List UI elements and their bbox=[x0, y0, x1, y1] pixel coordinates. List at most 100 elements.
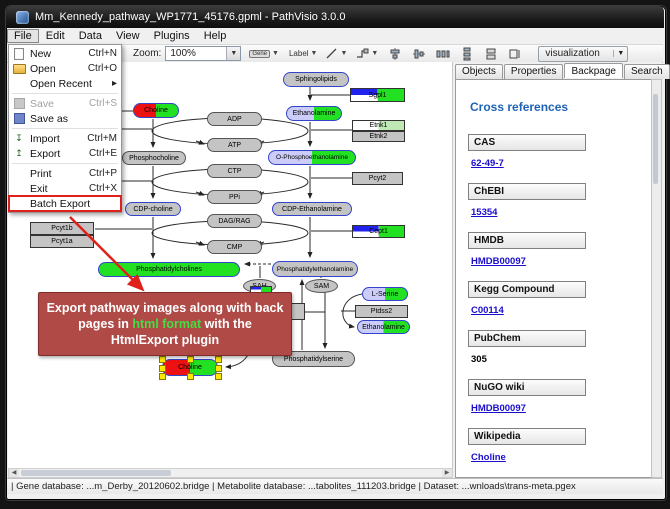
pathway-node-pcyt2[interactable]: Pcyt2 bbox=[352, 172, 403, 185]
pathway-node-ethanolamine[interactable]: Ethanolamine bbox=[286, 106, 342, 121]
selection-handle[interactable] bbox=[187, 356, 194, 363]
selection-handle[interactable] bbox=[215, 373, 222, 380]
file-menu-item-export[interactable]: ↥ExportCtrl+E bbox=[9, 146, 121, 161]
status-text: | Gene database: ...m_Derby_20120602.bri… bbox=[11, 481, 576, 492]
connector-tool-button[interactable]: ▼ bbox=[355, 47, 378, 60]
menubar-item-edit[interactable]: Edit bbox=[39, 29, 72, 43]
pathway-node-phosphocholine[interactable]: Phosphocholine bbox=[122, 151, 186, 165]
backpage-link[interactable]: HMDB00097 bbox=[471, 256, 526, 267]
backpage-heading: Cross references bbox=[470, 100, 640, 114]
file-menu-item-print[interactable]: PrintCtrl+P bbox=[9, 166, 121, 181]
backpage-link[interactable]: 62-49-7 bbox=[471, 158, 504, 169]
screenshot-root: Mm_Kennedy_pathway_WP1771_45176.gpml - P… bbox=[0, 0, 670, 509]
zoom-combobox[interactable]: 100% ▼ bbox=[165, 46, 241, 61]
file-menu-item-open[interactable]: OpenCtrl+O bbox=[9, 61, 121, 76]
stack-button[interactable] bbox=[484, 47, 498, 61]
pathway-node-pcyt1b[interactable]: Pcyt1b bbox=[30, 222, 94, 235]
file-menu-item-exit[interactable]: ExitCtrl+X bbox=[9, 181, 121, 196]
tab-backpage[interactable]: Backpage bbox=[564, 63, 622, 78]
pathway-node-cmp[interactable]: CMP bbox=[207, 240, 262, 254]
annotation-line3: HtmlExport plugin bbox=[111, 332, 219, 348]
tab-search[interactable]: Search bbox=[624, 64, 670, 79]
file-menu-item-open-recent[interactable]: Open Recent▸ bbox=[9, 76, 121, 91]
chevron-down-icon[interactable]: ▼ bbox=[226, 47, 240, 60]
pathway-node-cdp-choline[interactable]: CDP-choline bbox=[125, 202, 181, 216]
backpage-link[interactable]: C00114 bbox=[471, 305, 504, 316]
pathway-node-ptdss2[interactable]: Ptdss2 bbox=[355, 305, 408, 318]
chevron-down-icon[interactable]: ▼ bbox=[613, 50, 627, 57]
file-menu-item-save-as[interactable]: Save as bbox=[9, 111, 121, 126]
menubar-item-view[interactable]: View bbox=[109, 29, 147, 43]
menubar-item-data[interactable]: Data bbox=[72, 29, 109, 43]
distribute-vertical-button[interactable] bbox=[460, 47, 474, 61]
chevron-down-icon[interactable]: ▼ bbox=[311, 50, 318, 57]
save-icon-disabled bbox=[12, 98, 26, 109]
file-menu-item-import[interactable]: ↧ImportCtrl+M bbox=[9, 131, 121, 146]
pathway-node-phosphatidylcholines[interactable]: Phosphatidylcholines bbox=[98, 262, 240, 277]
scrollbar-thumb[interactable] bbox=[653, 94, 658, 184]
pathway-node-cept1[interactable]: Cept1 bbox=[352, 225, 405, 238]
pathway-node-etnk1[interactable]: Etnk1 bbox=[352, 120, 405, 131]
chevron-down-icon[interactable]: ▼ bbox=[272, 50, 279, 57]
pathway-node-sgpl1[interactable]: Sgpl1 bbox=[350, 88, 405, 102]
selection-handle[interactable] bbox=[159, 356, 166, 363]
pathway-node-sam[interactable]: SAM bbox=[305, 279, 338, 293]
pathway-node-sphingolipids[interactable]: Sphingolipids bbox=[283, 72, 349, 87]
file-menu-item-shortcut: ▸ bbox=[112, 78, 117, 89]
pathway-node-phosphatidylethanolamine[interactable]: Phosphatidylethanolamine bbox=[272, 261, 358, 277]
visualization-combobox[interactable]: visualization ▼ bbox=[538, 46, 628, 62]
file-menu-item-label: Save as bbox=[30, 113, 117, 125]
canvas-horizontal-scrollbar[interactable]: ◀ ▶ bbox=[8, 468, 453, 478]
selection-handle[interactable] bbox=[215, 356, 222, 363]
selection-handle[interactable] bbox=[159, 373, 166, 380]
pathway-node-adp[interactable]: ADP bbox=[207, 112, 262, 126]
backpage-link[interactable]: 15354 bbox=[471, 207, 497, 218]
pathway-node-ctp[interactable]: CTP bbox=[207, 164, 262, 178]
pathway-node-etnk2[interactable]: Etnk2 bbox=[352, 131, 405, 142]
annotation-line1: Export pathway images along with back bbox=[47, 300, 284, 316]
chevron-down-icon[interactable]: ▼ bbox=[371, 50, 378, 57]
file-menu-item-batch-export[interactable]: Batch Export bbox=[9, 196, 121, 211]
file-menu-item-label: Open bbox=[30, 63, 88, 75]
pathway-node-cdp-ethanolamine[interactable]: CDP-Ethanolamine bbox=[272, 202, 352, 216]
scroll-right-icon[interactable]: ▶ bbox=[442, 469, 452, 477]
selection-handle[interactable] bbox=[159, 365, 166, 372]
pathway-node-l-serine[interactable]: L-Serine bbox=[362, 287, 408, 301]
pathway-node-o-phosphoethanolamine[interactable]: O-Phosphoethanolamine bbox=[268, 150, 356, 165]
line-tool-button[interactable]: ▼ bbox=[325, 47, 347, 60]
backpage-section-title: Kegg Compound bbox=[468, 281, 586, 298]
align-center-x-button[interactable] bbox=[388, 47, 402, 61]
file-menu-item-new[interactable]: NewCtrl+N bbox=[9, 46, 121, 61]
backpage-link[interactable]: HMDB00097 bbox=[471, 403, 526, 414]
backpage-link[interactable]: Choline bbox=[471, 452, 506, 463]
align-center-y-button[interactable] bbox=[412, 47, 426, 61]
set-size-button[interactable] bbox=[508, 47, 522, 61]
pathway-node-pcyt1a[interactable]: Pcyt1a bbox=[30, 235, 94, 248]
pathway-node-ppi[interactable]: PPi bbox=[207, 190, 262, 204]
zoom-label: Zoom: bbox=[133, 48, 161, 59]
pathway-node-atp[interactable]: ATP bbox=[207, 138, 262, 152]
label-tool-button[interactable]: Label ▼ bbox=[287, 49, 318, 58]
pathway-node-dag-rag[interactable]: DAG/RAG bbox=[207, 214, 262, 228]
side-panel-scrollbar[interactable] bbox=[651, 79, 662, 478]
file-menu-item-save[interactable]: SaveCtrl+S bbox=[9, 96, 121, 111]
tab-objects[interactable]: Objects bbox=[455, 64, 503, 79]
connector-icon bbox=[355, 47, 369, 60]
pathway-node-choline[interactable]: Choline bbox=[133, 103, 179, 118]
scrollbar-thumb[interactable] bbox=[21, 470, 171, 476]
distribute-horizontal-button[interactable] bbox=[436, 47, 450, 61]
menubar-item-plugins[interactable]: Plugins bbox=[147, 29, 197, 43]
label-tool-caption: Label bbox=[289, 49, 309, 58]
tab-properties[interactable]: Properties bbox=[504, 64, 564, 79]
menubar-item-file[interactable]: File bbox=[7, 29, 39, 43]
gene-tool-button[interactable]: Gene ▼ bbox=[249, 50, 279, 58]
menubar-item-help[interactable]: Help bbox=[197, 29, 234, 43]
pathway-node-ethanolamine[interactable]: Ethanolamine bbox=[357, 320, 410, 334]
selection-handle[interactable] bbox=[215, 365, 222, 372]
selection-handle[interactable] bbox=[187, 373, 194, 380]
file-menu-item-shortcut: Ctrl+E bbox=[89, 148, 117, 159]
chevron-down-icon[interactable]: ▼ bbox=[340, 50, 347, 57]
import-icon: ↧ bbox=[15, 134, 23, 143]
scroll-left-icon[interactable]: ◀ bbox=[9, 469, 19, 477]
file-menu-item-label: Print bbox=[30, 168, 89, 180]
